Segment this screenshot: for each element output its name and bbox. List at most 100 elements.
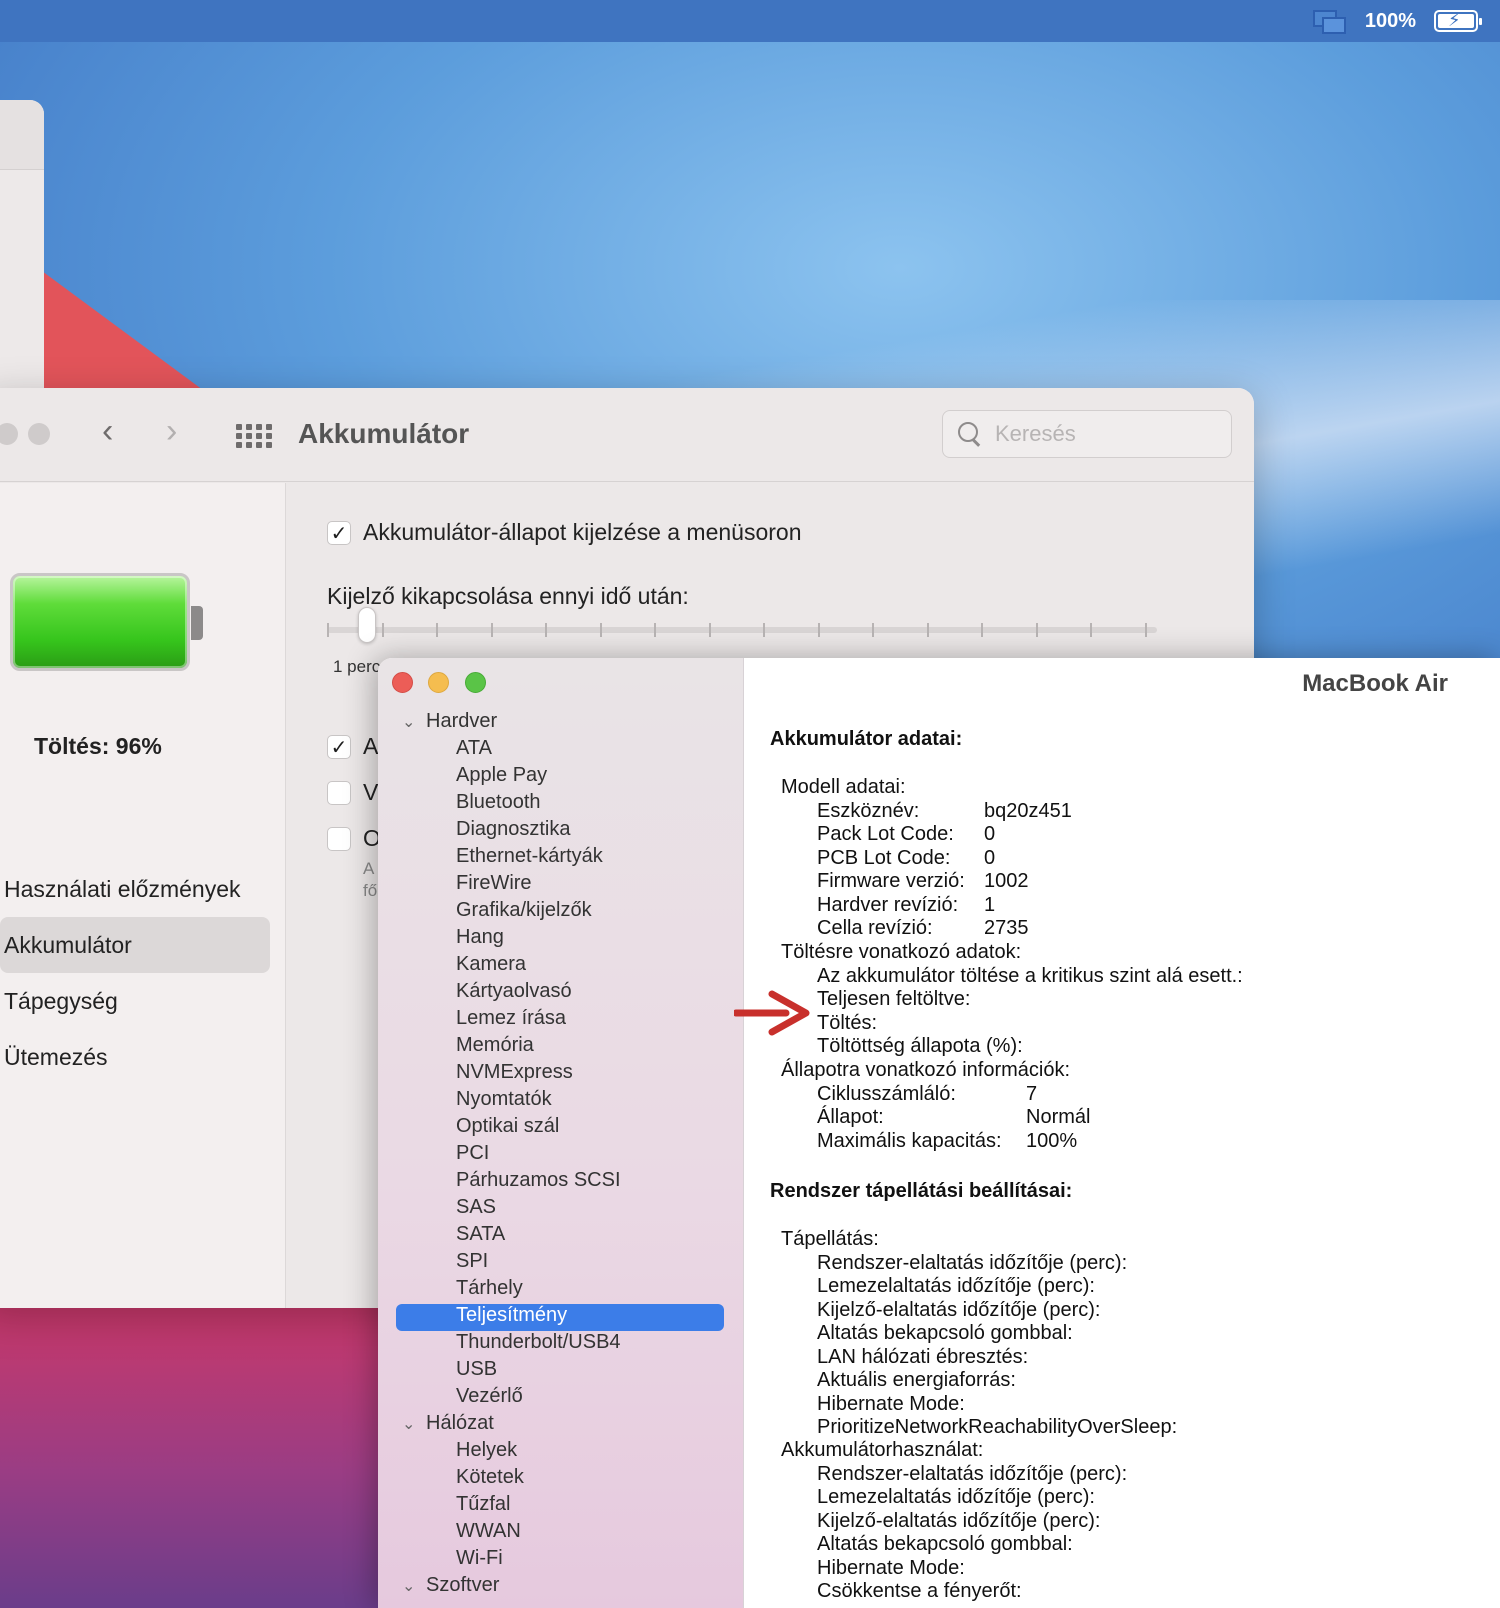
tree-item[interactable]: SPI xyxy=(378,1250,744,1277)
back-chevron-icon[interactable]: ‹ xyxy=(102,414,113,448)
battery-level-icon xyxy=(10,573,203,671)
tree-item[interactable]: USB xyxy=(378,1358,744,1385)
option-checkbox-1[interactable]: ✓ xyxy=(327,735,351,759)
tree-item[interactable]: Kamera xyxy=(378,953,744,980)
battery-percentage[interactable]: 100% xyxy=(1365,10,1416,33)
tree-item-label: Kötetek xyxy=(456,1466,524,1488)
tree-item[interactable]: Vezérlő xyxy=(378,1385,744,1412)
tree-item[interactable]: Kártyaolvasó xyxy=(378,980,744,1007)
tree-item[interactable]: SAS xyxy=(378,1196,744,1223)
window-zoom-button[interactable] xyxy=(465,672,486,693)
tree-item[interactable]: Hang xyxy=(378,926,744,953)
sidebar-item-schedule[interactable]: Ütemezés xyxy=(0,1029,270,1085)
window-zoom-button[interactable] xyxy=(28,423,50,445)
battery-charging-icon[interactable]: ⚡ xyxy=(1434,10,1482,32)
window-close-button[interactable] xyxy=(392,672,413,693)
window-minimize-button[interactable] xyxy=(428,672,449,693)
preferences-sidebar: Töltés: 96% Használati előzmények Akkumu… xyxy=(0,483,286,1308)
tree-item[interactable]: Thunderbolt/USB4 xyxy=(378,1331,744,1358)
tree-item-label: Apple Pay xyxy=(456,764,548,786)
group-header: Töltésre vonatkozó adatok: xyxy=(781,941,1022,963)
search-icon xyxy=(957,421,983,447)
sidebar-item-power-adapter[interactable]: Tápegység xyxy=(0,973,270,1029)
screen-mirroring-icon[interactable] xyxy=(1312,8,1347,34)
detail-value: 0 xyxy=(984,846,996,869)
detail-key: Altatás bekapcsoló gombbal: xyxy=(817,1322,1073,1344)
slider-tick xyxy=(981,623,983,637)
search-input[interactable] xyxy=(995,421,1215,447)
detail-value: 1 xyxy=(984,893,996,916)
chevron-down-icon[interactable]: ⌄ xyxy=(402,712,415,732)
tree-item[interactable]: Ethernet-kártyák xyxy=(378,845,744,872)
group-header: Állapotra vonatkozó információk: xyxy=(781,1059,1071,1081)
tree-item[interactable]: Memória xyxy=(378,1034,744,1061)
option-checkbox-3[interactable] xyxy=(327,827,351,851)
tree-item[interactable]: Nyomtatók xyxy=(378,1088,744,1115)
tree-item-label: FireWire xyxy=(456,872,532,894)
detail-key: Állapot: xyxy=(817,1106,884,1128)
detail-key: Teljesen feltöltve: xyxy=(817,988,971,1010)
tree-item[interactable]: FireWire xyxy=(378,872,744,899)
tree-item[interactable]: Wi-Fi xyxy=(378,1547,744,1574)
slider-tick xyxy=(708,623,711,637)
tree-item[interactable]: Kötetek xyxy=(378,1466,744,1493)
tree-item-label: ATA xyxy=(456,737,492,759)
slider-tick xyxy=(654,623,656,637)
slider-tick xyxy=(1035,623,1038,637)
tree-item[interactable]: Bluetooth xyxy=(378,791,744,818)
tree-item-label: PCI xyxy=(456,1142,490,1164)
tree-item[interactable]: Diagnosztika xyxy=(378,818,744,845)
detail-value: 100% xyxy=(1026,1129,1078,1152)
tree-item[interactable]: ATA xyxy=(378,737,744,764)
show-all-grid-icon[interactable] xyxy=(236,424,272,448)
display-off-slider-track[interactable] xyxy=(327,627,1157,633)
tree-item-label: Lemez írása xyxy=(456,1007,567,1029)
forward-chevron-icon[interactable]: › xyxy=(166,414,177,448)
tree-item[interactable]: Grafika/kijelzők xyxy=(378,899,744,926)
detail-value: 1002 xyxy=(984,870,1029,892)
tree-item-label: WWAN xyxy=(456,1520,521,1542)
tree-item[interactable]: Tárhely xyxy=(378,1277,744,1304)
tree-item[interactable]: Teljesítmény xyxy=(396,1304,724,1331)
detail-key: Töltés: xyxy=(817,1011,878,1034)
detail-value: 0 xyxy=(984,823,996,845)
slider-tick xyxy=(763,623,765,637)
tree-item-label: SATA xyxy=(456,1223,506,1245)
window-minimize-button[interactable] xyxy=(0,423,18,445)
search-field[interactable] xyxy=(942,410,1232,458)
show-status-checkbox[interactable]: ✓ xyxy=(327,521,351,545)
tree-item[interactable]: NVMExpress xyxy=(378,1061,744,1088)
tree-item[interactable]: PCI xyxy=(378,1142,744,1169)
tree-item[interactable]: Helyek xyxy=(378,1439,744,1466)
window-toolbar: ‹ › Akkumulátor xyxy=(0,388,1254,482)
detail-key: Hibernate Mode: xyxy=(817,1392,965,1415)
menu-bar: 100% ⚡ xyxy=(0,0,1500,42)
slider-tick xyxy=(1144,623,1147,637)
tree-group[interactable]: ⌄ Szoftver xyxy=(378,1574,744,1601)
background-window[interactable] xyxy=(0,100,44,400)
option-checkbox-2[interactable] xyxy=(327,781,351,805)
display-off-slider-thumb[interactable] xyxy=(358,607,377,643)
tree-item[interactable]: Optikai szál xyxy=(378,1115,744,1142)
chevron-down-icon[interactable]: ⌄ xyxy=(402,1414,415,1434)
tree-item-label: Hang xyxy=(456,926,504,948)
tree-group[interactable]: ⌄ Hálózat xyxy=(378,1412,744,1439)
detail-key: Pack Lot Code: xyxy=(817,823,954,845)
tree-item-label: Wi-Fi xyxy=(456,1547,503,1569)
tree-item[interactable]: Párhuzamos SCSI xyxy=(378,1169,744,1196)
sidebar-item-battery[interactable]: Akkumulátor xyxy=(0,917,270,973)
tree-item-label: Tárhely xyxy=(456,1277,523,1299)
tree-item[interactable]: Tűzfal xyxy=(378,1493,744,1520)
tree-item-label: Kártyaolvasó xyxy=(456,980,572,1002)
tree-item[interactable]: Apple Pay xyxy=(378,764,744,791)
tree-item[interactable]: WWAN xyxy=(378,1520,744,1547)
sidebar-item-usage-history[interactable]: Használati előzmények xyxy=(0,861,270,917)
tree-item[interactable]: SATA xyxy=(378,1223,744,1250)
tree-item-label: Optikai szál xyxy=(456,1115,560,1137)
tree-item-label: Vezérlő xyxy=(456,1385,523,1407)
group-header: Tápellátás: xyxy=(781,1228,879,1250)
tree-item[interactable]: Lemez írása xyxy=(378,1007,744,1034)
chevron-down-icon[interactable]: ⌄ xyxy=(402,1576,415,1596)
slider-tick xyxy=(872,623,874,637)
tree-group[interactable]: ⌄ Hardver xyxy=(378,710,744,737)
